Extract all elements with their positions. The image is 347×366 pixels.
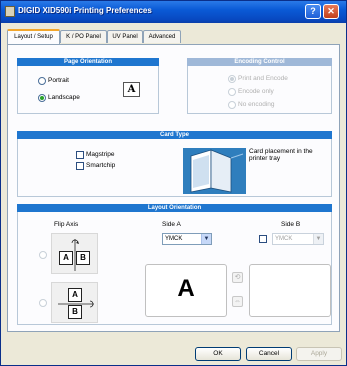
- landscape-label: Landscape: [48, 94, 80, 101]
- no-encoding-label: No encoding: [238, 101, 275, 108]
- side-b-preview: [249, 264, 331, 317]
- encode-only-radio[interactable]: [228, 88, 236, 96]
- card-tray-image: [183, 148, 246, 194]
- cancel-button[interactable]: Cancel: [246, 347, 292, 361]
- title-bar[interactable]: DIGID XID590i Printing Preferences ? ✕: [1, 1, 346, 23]
- side-a-select-value: YMCK: [165, 236, 183, 242]
- window-title: DIGID XID590i Printing Preferences: [18, 6, 152, 15]
- side-a-preview-letter: A: [177, 275, 195, 302]
- rotate-icon[interactable]: ⟲: [232, 272, 243, 283]
- printing-preferences-window: DIGID XID590i Printing Preferences ? ✕ L…: [0, 0, 347, 366]
- portrait-radio[interactable]: [38, 77, 46, 85]
- smartchip-label: Smartchip: [86, 162, 116, 169]
- layout-setup-panel: Page Orientation Portrait Landscape A En…: [7, 44, 340, 332]
- orientation-preview-icon: A: [123, 82, 140, 97]
- tab-k-po-panel[interactable]: K / PO Panel: [60, 30, 107, 43]
- card-type-header: Card Type: [17, 131, 332, 139]
- tab-advanced[interactable]: Advanced: [143, 30, 181, 43]
- flip-axis-label: Flip Axis: [54, 221, 79, 228]
- print-and-encode-label: Print and Encode: [238, 75, 288, 82]
- flip-horizontal-option[interactable]: A B: [51, 282, 98, 323]
- printer-icon: [5, 6, 15, 17]
- smartchip-checkbox[interactable]: [76, 162, 84, 170]
- side-a-preview: A: [145, 264, 227, 317]
- horizontal-axis-icon: [58, 300, 94, 308]
- flip-vertical-option[interactable]: A B: [51, 233, 98, 274]
- swap-icon[interactable]: ⇔: [232, 296, 243, 307]
- side-b-label: Side B: [281, 221, 301, 228]
- side-a-label: Side A: [162, 221, 181, 228]
- flip-horizontal-radio[interactable]: [39, 299, 47, 307]
- chevron-down-icon[interactable]: ▼: [201, 234, 211, 244]
- side-b-select[interactable]: YMCK ▼: [272, 233, 324, 245]
- chevron-down-icon[interactable]: ▼: [313, 234, 323, 244]
- tab-uv-panel[interactable]: UV Panel: [107, 30, 143, 43]
- encode-only-label: Encode only: [238, 88, 274, 95]
- vertical-axis-icon: [71, 239, 79, 271]
- side-a-select[interactable]: YMCK ▼: [162, 233, 212, 245]
- ok-button[interactable]: OK: [195, 347, 241, 361]
- portrait-label: Portrait: [48, 77, 69, 84]
- side-b-checkbox[interactable]: [259, 235, 267, 243]
- card-placement-text: Card placement in the printer tray: [249, 148, 313, 162]
- magstripe-checkbox[interactable]: [76, 151, 84, 159]
- flip-vertical-radio[interactable]: [39, 251, 47, 259]
- close-button[interactable]: ✕: [323, 4, 339, 19]
- print-and-encode-radio[interactable]: [228, 75, 236, 83]
- landscape-radio[interactable]: [38, 94, 46, 102]
- layout-orientation-header: Layout Orientation: [17, 204, 332, 212]
- side-b-select-value: YMCK: [275, 236, 293, 242]
- encoding-control-header: Encoding Control: [187, 58, 332, 66]
- page-orientation-header: Page Orientation: [17, 58, 159, 66]
- tab-layout-setup[interactable]: Layout / Setup: [7, 29, 60, 44]
- magstripe-label: Magstripe: [86, 151, 115, 158]
- apply-button[interactable]: Apply: [296, 347, 342, 361]
- no-encoding-radio[interactable]: [228, 101, 236, 109]
- help-button[interactable]: ?: [305, 4, 321, 19]
